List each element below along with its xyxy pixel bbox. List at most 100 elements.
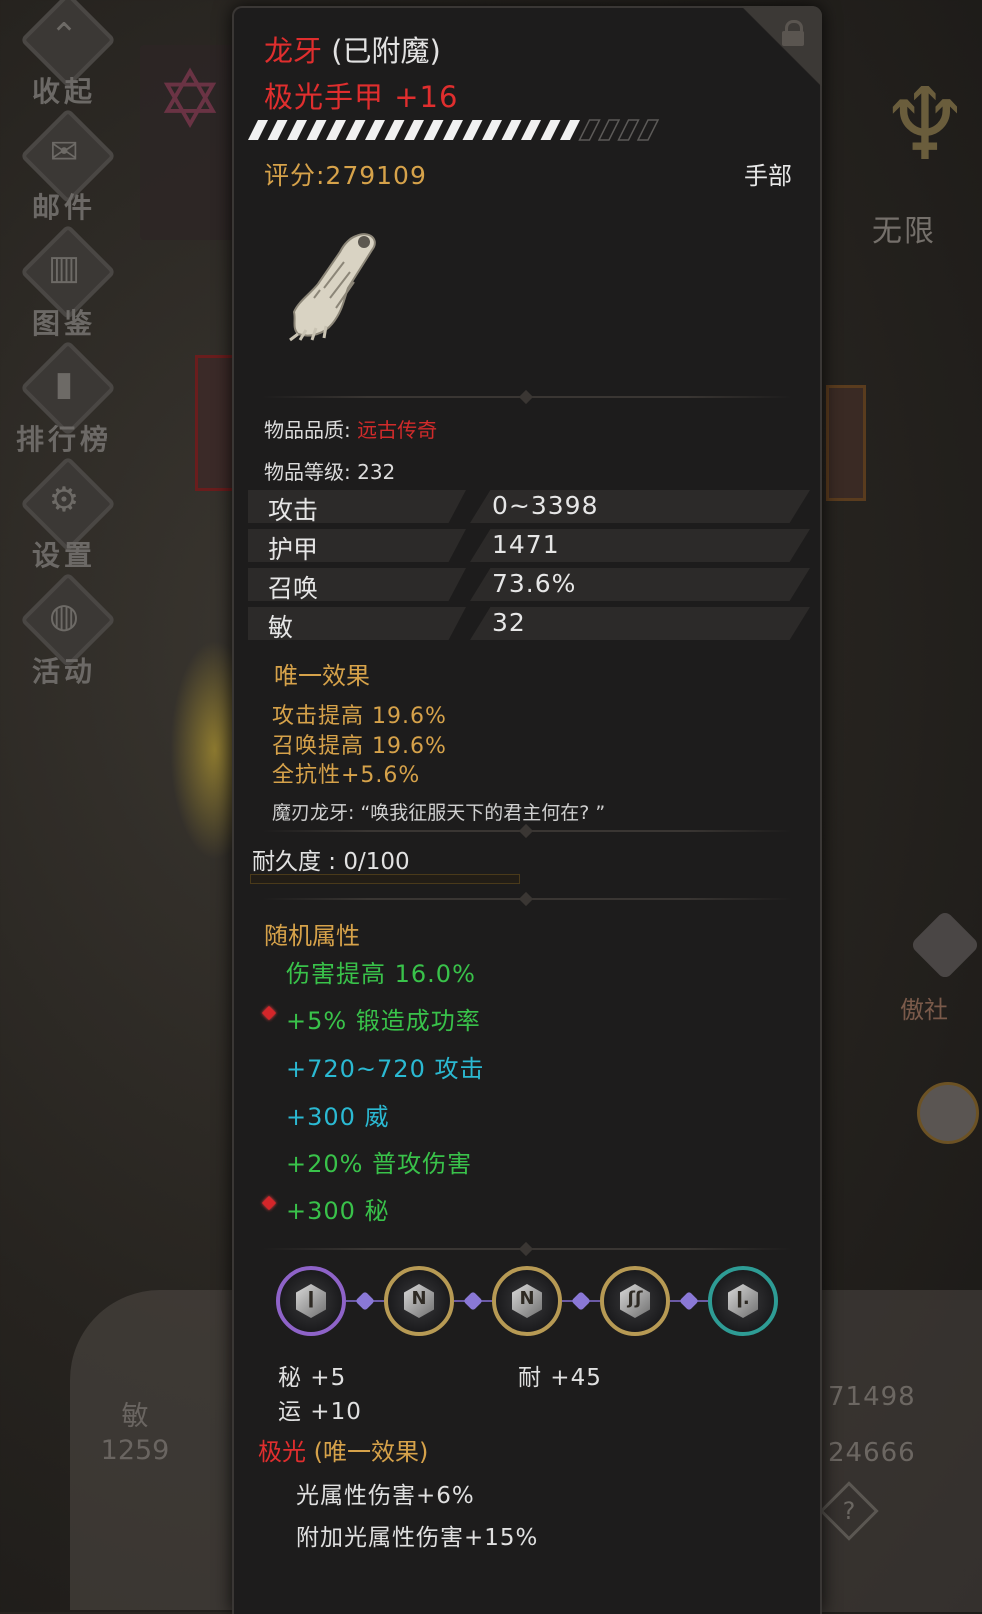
rune-glyph: N xyxy=(519,1288,535,1309)
set-name: 极光 xyxy=(258,1438,306,1466)
menu-settings[interactable]: ⚙ 设置 xyxy=(12,455,117,572)
progress-segment-filled xyxy=(521,120,541,140)
progress-segment-empty xyxy=(617,119,640,141)
stat-row: 攻击 0~3398 xyxy=(248,490,810,525)
hexagram-icon: ✡ xyxy=(156,53,224,146)
menu-label: 设置 xyxy=(31,539,96,572)
ranking-icon: ▮ xyxy=(54,364,74,404)
stat-value: 32 xyxy=(492,608,526,637)
random-affix: +300 秘 xyxy=(286,1197,390,1225)
menu-label: 排行榜 xyxy=(15,423,112,456)
rune-socket[interactable]: N xyxy=(492,1266,562,1336)
unique-effect-line: 召唤提高 19.6% xyxy=(272,734,447,759)
item-flavor-quote: 魔刃龙牙: “唤我征服天下的君主何在? ” xyxy=(272,802,606,824)
quality-label: 物品品质: xyxy=(264,418,351,442)
enchant-title: 龙牙 (已附魔) xyxy=(264,28,441,70)
progress-segment-filled xyxy=(306,120,327,140)
progress-segment-filled xyxy=(540,120,561,140)
stat-row: 敏 32 xyxy=(248,607,810,642)
progress-segment-filled xyxy=(267,120,288,140)
progress-segment-filled xyxy=(482,120,502,140)
random-affix: 伤害提高 16.0% xyxy=(286,960,476,988)
progress-segment-filled xyxy=(443,120,463,140)
stat-row: 护甲 1471 xyxy=(248,529,810,564)
socket-link xyxy=(670,1291,708,1311)
guild-badge-icon xyxy=(909,909,981,981)
random-affix: +720~720 攻击 xyxy=(286,1055,485,1083)
stat-name: 攻击 xyxy=(268,496,319,525)
socket-link xyxy=(562,1291,600,1311)
collapse-icon: ⌃ xyxy=(49,16,79,56)
progress-segment-filled xyxy=(384,120,405,140)
stat-value: 73.6% xyxy=(492,569,577,598)
menu-label: 收起 xyxy=(31,75,96,108)
wing-emblem-icon: ♆ xyxy=(880,66,970,183)
section-divider xyxy=(262,1248,792,1250)
menu-label: 邮件 xyxy=(31,191,96,224)
rune-glyph: ʃʃ xyxy=(627,1288,643,1309)
stat-row: 召唤 73.6% xyxy=(248,568,810,603)
set-effect-line: 附加光属性伤害+15% xyxy=(296,1525,539,1551)
item-level: 物品等级: 232 xyxy=(264,460,396,484)
red-gem-marker-icon xyxy=(261,1005,277,1021)
random-affix: +5% 锻造成功率 xyxy=(286,1007,481,1035)
progress-segment-filled xyxy=(365,120,385,140)
progress-segment-filled xyxy=(501,120,522,140)
crest-badge[interactable] xyxy=(895,1070,982,1160)
book-icon: ▥ xyxy=(47,248,81,288)
background-number: 71498 xyxy=(828,1382,916,1412)
menu-mail[interactable]: ✉ 邮件 xyxy=(12,107,117,224)
socket-stat: 运 +10 xyxy=(278,1399,362,1425)
socket-stat: 秘 +5 xyxy=(278,1365,347,1391)
rune-socket[interactable]: N xyxy=(384,1266,454,1336)
lock-icon[interactable] xyxy=(782,20,804,46)
random-affix: +20% 普攻伤害 xyxy=(286,1150,473,1178)
progress-segment-empty xyxy=(578,119,601,141)
rune-socket[interactable]: ǀ. xyxy=(708,1266,778,1336)
progress-segment-filled xyxy=(404,120,424,140)
random-attributes-title: 随机属性 xyxy=(264,922,360,950)
item-slot: 手部 xyxy=(744,162,792,190)
rune-sockets: ǀ N N ʃʃ ǀ. xyxy=(274,1266,778,1346)
menu-collapse[interactable]: ⌃ 收起 xyxy=(12,0,117,108)
rune-glyph: N xyxy=(411,1288,427,1309)
quality-value: 远古传奇 xyxy=(357,418,438,442)
crest-icon xyxy=(917,1082,979,1144)
rune-socket[interactable]: ʃʃ xyxy=(600,1266,670,1336)
progress-segment-filled xyxy=(287,120,307,140)
stat-name: 召唤 xyxy=(268,574,319,603)
progress-segment-filled xyxy=(423,120,444,140)
progress-segment-filled xyxy=(248,120,268,140)
rune-glyph: ǀ xyxy=(307,1288,315,1309)
background-mode-label[interactable]: 无限 xyxy=(872,206,936,250)
menu-ranking[interactable]: ▮ 排行榜 xyxy=(12,339,117,456)
mail-icon: ✉ xyxy=(49,132,79,172)
background-stat-value: 1259 xyxy=(100,1435,170,1466)
durability-bar xyxy=(250,874,520,884)
progress-segment-empty xyxy=(636,119,660,141)
set-effect-title: 极光 (唯一效果) xyxy=(258,1432,428,1467)
background-number: 24666 xyxy=(828,1438,916,1468)
section-divider xyxy=(262,830,792,832)
enchant-suffix: (已附魔) xyxy=(331,34,441,68)
section-divider xyxy=(262,898,792,900)
menu-events[interactable]: ◍ 活动 xyxy=(12,571,117,688)
progress-segment-filled xyxy=(462,120,483,140)
progress-segment-empty xyxy=(597,119,621,141)
menu-codex[interactable]: ▥ 图鉴 xyxy=(12,223,117,340)
set-suffix: (唯一效果) xyxy=(313,1438,429,1466)
unique-effect-line: 攻击提高 19.6% xyxy=(272,704,447,729)
stat-value: 1471 xyxy=(492,530,560,559)
guild-badge[interactable]: 傲社 xyxy=(900,909,982,1024)
tooltip-corner xyxy=(742,6,822,86)
progress-segment-filled xyxy=(345,120,366,140)
rune-socket[interactable]: ǀ xyxy=(276,1266,346,1336)
item-name: 极光手甲 +16 xyxy=(264,80,459,114)
guild-badge-label: 傲社 xyxy=(900,996,948,1024)
gear-icon: ⚙ xyxy=(48,480,80,520)
background-gem-frame-right xyxy=(826,385,866,501)
enchant-name: 龙牙 xyxy=(264,34,323,68)
unique-effect-line: 全抗性+5.6% xyxy=(272,763,421,788)
set-effect-line: 光属性伤害+6% xyxy=(296,1483,475,1509)
red-gem-marker-icon xyxy=(261,1195,277,1211)
